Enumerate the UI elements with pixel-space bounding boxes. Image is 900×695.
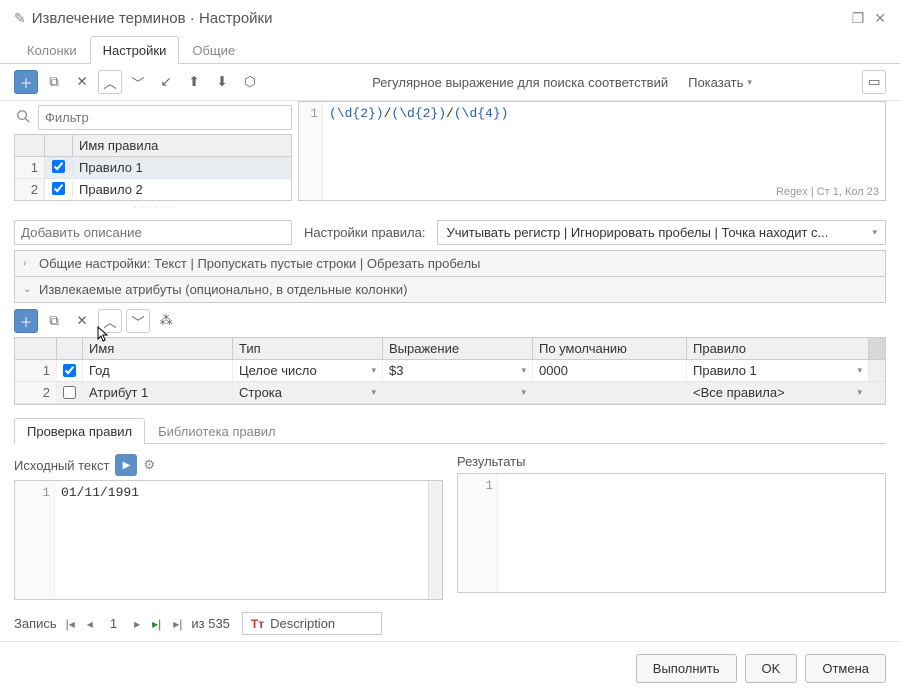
tab-columns[interactable]: Колонки <box>14 36 90 64</box>
attr-checkbox[interactable] <box>63 364 76 377</box>
regex-status: Regex | Ст 1, Кол 23 <box>776 186 879 198</box>
download-button[interactable]: ⬇ <box>210 70 234 94</box>
rule-checkbox[interactable] <box>52 182 65 195</box>
rule-row[interactable]: 2 Правило 2 <box>15 179 291 200</box>
main-tabs: Колонки Настройки Общие <box>0 35 900 64</box>
results-label: Результаты <box>457 454 525 469</box>
close-icon[interactable]: ✕ <box>874 10 886 27</box>
upload-button[interactable]: ⬆ <box>182 70 206 94</box>
description-input[interactable] <box>14 220 292 245</box>
run-button[interactable]: Выполнить <box>636 654 737 683</box>
attr-wand-button[interactable]: ⁂ <box>154 309 178 333</box>
rule-settings-label: Настройки правила: <box>298 225 431 240</box>
tab-test-rules[interactable]: Проверка правил <box>14 418 145 444</box>
rule-checkbox[interactable] <box>52 160 65 173</box>
add-button[interactable]: ＋ <box>14 70 38 94</box>
chevron-right-icon: › <box>23 258 33 269</box>
attr-row[interactable]: 1 Год Целое число▾ $3▾ 0000 Правило 1▾ <box>15 360 885 382</box>
rules-header-name: Имя правила <box>73 135 291 156</box>
delete-button[interactable]: ✕ <box>70 70 94 94</box>
chevron-down-icon: ⌄ <box>23 284 33 295</box>
attr-up-button[interactable]: ︿ <box>98 309 122 333</box>
source-text-editor[interactable]: 1 01/11/1991 <box>14 480 443 600</box>
source-text-label: Исходный текст <box>14 458 109 473</box>
next-record-button[interactable]: ▸ <box>131 617 143 631</box>
test-settings-button[interactable]: ⚙ <box>143 457 155 473</box>
rule-settings-dropdown[interactable]: Учитывать регистр | Игнорировать пробелы… <box>437 220 886 245</box>
prev-record-button[interactable]: ◂ <box>84 617 96 631</box>
dialog-footer: Выполнить OK Отмена <box>0 641 900 695</box>
search-icon <box>14 109 32 126</box>
import-button[interactable]: ↙ <box>154 70 178 94</box>
regex-editor[interactable]: 1 (\d{2})/(\d{2})/(\d{4}) Regex | Ст 1, … <box>298 101 886 201</box>
expand-button[interactable]: ▭ <box>862 70 886 94</box>
rule-name[interactable]: Правило 2 <box>73 179 291 200</box>
move-down-button[interactable]: ﹀ <box>126 70 150 94</box>
rule-name[interactable]: Правило 1 <box>73 157 291 178</box>
attributes-table: Имя Тип Выражение По умолчанию Правило 1… <box>14 337 886 405</box>
next-match-button[interactable]: ▸| <box>149 617 164 631</box>
window-title: Извлечение терминов · Настройки <box>32 10 852 27</box>
record-label: Запись <box>14 616 57 631</box>
run-test-button[interactable]: ▶ <box>115 454 137 476</box>
filter-input[interactable] <box>38 105 292 130</box>
rules-table: Имя правила 1 Правило 1 2 Правило 2 <box>14 134 292 201</box>
copy-button[interactable]: ⧉ <box>42 70 66 94</box>
tab-settings[interactable]: Настройки <box>90 36 180 64</box>
show-dropdown[interactable]: Показать <box>680 75 760 90</box>
maximize-icon[interactable]: ❐ <box>852 10 865 27</box>
sub-tabs: Проверка правил Библиотека правил <box>14 417 886 444</box>
move-up-button[interactable]: ︿ <box>98 70 122 94</box>
attr-delete-button[interactable]: ✕ <box>70 309 94 333</box>
accordion-general[interactable]: › Общие настройки: Текст | Пропускать пу… <box>14 250 886 277</box>
rule-row[interactable]: 1 Правило 1 <box>15 157 291 179</box>
tab-rule-library[interactable]: Библиотека правил <box>145 418 289 444</box>
record-navigator: Запись |◂ ◂ 1 ▸ ▸| ▸| из 535 Tᴛ Descript… <box>0 606 900 637</box>
accordion-attributes[interactable]: ⌄ Извлекаемые атрибуты (опционально, в о… <box>14 276 886 303</box>
scrollbar[interactable] <box>428 481 442 599</box>
attr-down-button[interactable]: ﹀ <box>126 309 150 333</box>
attr-add-button[interactable]: ＋ <box>14 309 38 333</box>
tab-general[interactable]: Общие <box>179 36 248 64</box>
main-toolbar: ＋ ⧉ ✕ ︿ ﹀ ↙ ⬆ ⬇ ⬡ Регулярное выражение д… <box>0 64 900 101</box>
attr-checkbox[interactable] <box>63 386 76 399</box>
ok-button[interactable]: OK <box>745 654 798 683</box>
last-record-button[interactable]: ▸| <box>170 617 185 631</box>
first-record-button[interactable]: |◂ <box>63 617 78 631</box>
attr-toolbar: ＋ ⧉ ✕ ︿ ﹀ ⁂ <box>0 303 900 337</box>
field-selector[interactable]: Tᴛ Description <box>242 612 382 635</box>
cancel-button[interactable]: Отмена <box>805 654 886 683</box>
resize-handle[interactable]: · · · · · · <box>14 201 292 214</box>
results-editor: 1 <box>457 473 886 593</box>
package-button[interactable]: ⬡ <box>238 70 262 94</box>
titlebar: ✎ Извлечение терминов · Настройки ❐ ✕ <box>0 0 900 35</box>
text-type-icon: Tᴛ <box>251 617 264 631</box>
attr-copy-button[interactable]: ⧉ <box>42 309 66 333</box>
regex-label: Регулярное выражение для поиска соответс… <box>364 75 676 90</box>
record-total: из 535 <box>191 616 230 631</box>
attr-row[interactable]: 2 Атрибут 1 Строка▾ ▾ <Все правила>▾ <box>15 382 885 404</box>
pencil-icon: ✎ <box>14 10 26 27</box>
record-current[interactable]: 1 <box>102 616 125 631</box>
